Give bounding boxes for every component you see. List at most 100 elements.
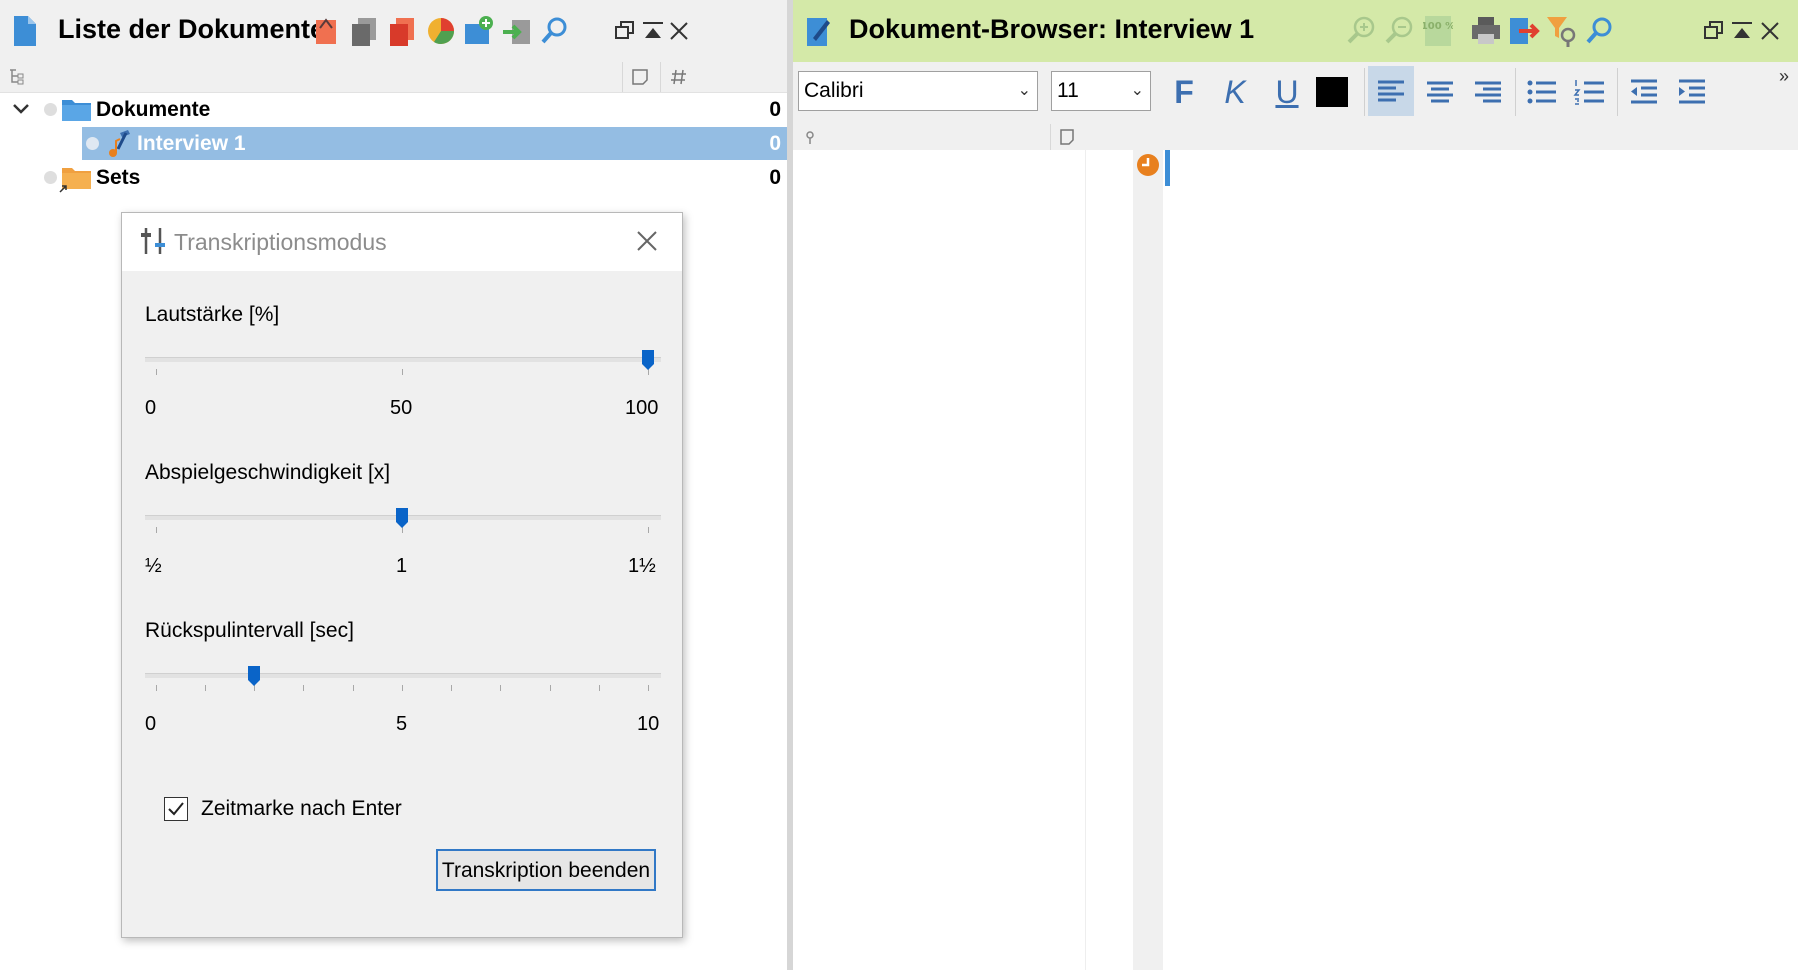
status-dot [86, 137, 99, 150]
new-folder-icon[interactable] [462, 14, 496, 48]
slider-tick [402, 369, 403, 375]
speed-mid-label: 1 [396, 555, 408, 577]
slider-tick [451, 685, 452, 691]
column-header-ruler [793, 124, 1798, 150]
timestamp-icon[interactable] [1135, 152, 1161, 178]
rewind-min-label: 0 [145, 713, 157, 735]
volume-label: Lautstärke [%] [145, 303, 280, 326]
tree-item-count: 0 [769, 132, 781, 155]
align-center-icon[interactable] [1419, 71, 1461, 113]
close-panel-icon[interactable] [1757, 18, 1783, 44]
code-column-icon[interactable] [803, 129, 817, 145]
speed-min-label: ½ [145, 555, 162, 577]
slider-tick [500, 685, 501, 691]
text-color-button[interactable] [1316, 77, 1348, 107]
slider-thumb[interactable] [247, 665, 261, 687]
decrease-indent-icon[interactable] [1623, 71, 1665, 113]
chevron-down-icon: ⌄ [1017, 82, 1031, 99]
slider-tick [648, 685, 649, 691]
font-size-select[interactable]: 11 ⌄ [1051, 71, 1151, 111]
slider-tick [205, 685, 206, 691]
slider-thumb[interactable] [395, 507, 409, 529]
tree-item-label: Sets [96, 166, 141, 189]
bullet-list-icon[interactable] [1521, 71, 1563, 113]
slider-thumb[interactable] [641, 349, 655, 371]
rewind-max-label: 10 [637, 713, 660, 735]
audio-document-icon [109, 130, 130, 157]
folder-icon [62, 100, 91, 121]
document-browser-panel: Dokument-Browser: Interview 1 100 % [793, 0, 1798, 970]
slider-track [145, 357, 661, 362]
chart-icon[interactable] [424, 14, 458, 48]
tree-view-icon[interactable] [8, 68, 26, 86]
memo-column-icon[interactable] [1060, 129, 1074, 145]
slider-track [145, 673, 661, 678]
toolbar-overflow-button[interactable]: » [1779, 66, 1789, 87]
slider-tick [156, 369, 157, 375]
slider-tick [156, 685, 157, 691]
memo-column-icon[interactable] [631, 68, 649, 86]
font-size-value: 11 [1057, 79, 1079, 102]
export-icon[interactable] [1507, 14, 1541, 48]
volume-min-label: 0 [145, 397, 157, 419]
tree-row-interview-1[interactable]: Interview 1 0 [0, 127, 787, 160]
slider-tick [550, 685, 551, 691]
slider-tick [402, 685, 403, 691]
sets-folder-icon [59, 168, 91, 193]
import-icon[interactable] [500, 14, 534, 48]
tree-item-label: Dokumente [96, 98, 211, 121]
align-right-icon[interactable] [1467, 71, 1509, 113]
count-column-icon[interactable] [670, 68, 688, 86]
restore-window-icon[interactable] [612, 18, 638, 44]
tree-row-documents[interactable]: Dokumente 0 [0, 93, 787, 126]
filter-search-icon[interactable] [1545, 14, 1579, 48]
close-icon[interactable] [636, 230, 658, 252]
document-browser-titlebar: Dokument-Browser: Interview 1 100 % [793, 0, 1798, 62]
tree-item-count: 0 [769, 166, 781, 189]
underline-button[interactable]: U [1266, 71, 1308, 113]
bold-button[interactable]: F [1163, 71, 1205, 113]
activate-icon[interactable] [310, 14, 344, 48]
zoom-100-text: 100 % [1423, 21, 1453, 32]
timestamp-after-enter-checkbox[interactable] [164, 797, 188, 821]
chevron-down-icon[interactable] [12, 103, 30, 115]
numbered-list-icon[interactable] [1569, 71, 1611, 113]
checkbox-label: Zeitmarke nach Enter [201, 797, 402, 820]
volume-max-label: 100 [625, 397, 659, 419]
document-editor[interactable] [793, 150, 1798, 970]
speed-max-label: 1½ [628, 555, 656, 577]
print-icon[interactable] [1469, 14, 1503, 48]
text-cursor [1165, 150, 1170, 186]
maximize-panel-icon[interactable] [1729, 18, 1755, 44]
slider-tick [648, 527, 649, 533]
edit-document-icon [807, 18, 830, 46]
paragraph-number-gutter [1133, 150, 1163, 970]
zoom-100-icon[interactable]: 100 % [1423, 14, 1453, 48]
slider-tick [156, 527, 157, 533]
zoom-in-icon[interactable] [1345, 14, 1379, 48]
italic-button[interactable]: K [1214, 71, 1256, 113]
close-panel-icon[interactable] [666, 18, 692, 44]
slider-tick [353, 685, 354, 691]
rewind-mid-label: 5 [396, 713, 408, 735]
maximize-panel-icon[interactable] [640, 18, 666, 44]
align-left-button-active[interactable] [1368, 66, 1414, 116]
search-icon[interactable] [538, 14, 572, 48]
tree-row-sets[interactable]: Sets 0 [0, 161, 787, 194]
document-list-titlebar: Liste der Dokumente [0, 0, 787, 62]
increase-indent-icon[interactable] [1671, 71, 1713, 113]
dialog-title: Transkriptionsmodus [174, 229, 387, 255]
end-transcription-button[interactable]: Transkription beenden [436, 849, 656, 891]
search-icon[interactable] [1583, 14, 1617, 48]
document-list-panel: Liste der Dokumente Dokumente 0 Intervie… [0, 0, 787, 970]
duplicate-icon[interactable] [386, 14, 420, 48]
panel-title: Dokument-Browser: Interview 1 [849, 14, 1255, 44]
tree-item-label: Interview 1 [137, 132, 246, 155]
copy-icon[interactable] [348, 14, 382, 48]
font-family-value: Calibri [804, 79, 864, 102]
font-family-select[interactable]: Calibri ⌄ [798, 71, 1038, 111]
restore-window-icon[interactable] [1701, 18, 1727, 44]
slider-tick [303, 685, 304, 691]
zoom-out-icon[interactable] [1383, 14, 1417, 48]
document-icon [14, 16, 36, 46]
